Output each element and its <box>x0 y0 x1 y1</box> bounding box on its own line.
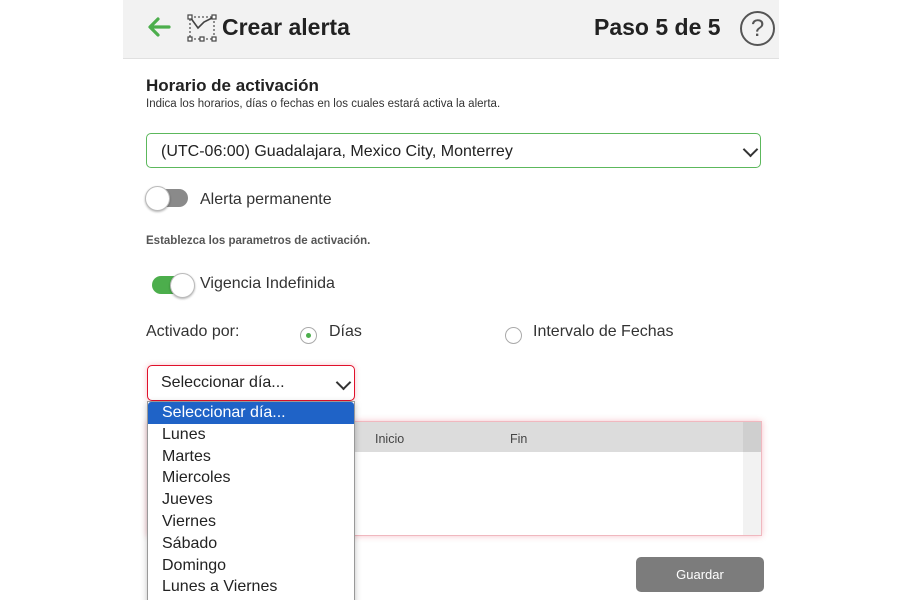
step-indicator: Paso 5 de 5 <box>594 14 721 40</box>
timezone-select[interactable]: (UTC-06:00) Guadalajara, Mexico City, Mo… <box>146 133 761 168</box>
day-option[interactable]: Viernes <box>148 511 354 533</box>
validity-toggle[interactable] <box>152 273 195 298</box>
activated-by-label: Activado por: <box>146 323 240 340</box>
params-instruction: Establezca los parametros de activación. <box>146 235 371 247</box>
save-button[interactable]: Guardar <box>636 557 764 592</box>
day-option[interactable]: Seleccionar día... <box>148 402 354 424</box>
validity-label: Vigencia Indefinida <box>200 275 335 292</box>
day-option[interactable]: Lunes <box>148 424 354 446</box>
column-header-start: Inicio <box>375 432 405 446</box>
alert-map-icon <box>187 14 217 42</box>
timezone-value: (UTC-06:00) Guadalajara, Mexico City, Mo… <box>161 143 513 160</box>
radio-date-range[interactable] <box>505 327 522 344</box>
schedule-description: Indica los horarios, días o fechas en lo… <box>146 98 501 110</box>
wizard-header: Crear alerta Paso 5 de 5 ? <box>123 0 779 59</box>
radio-days-label: Días <box>329 323 362 340</box>
day-option[interactable]: Lunes a Viernes <box>148 576 354 598</box>
day-option[interactable]: Martes <box>148 446 354 468</box>
radio-days[interactable] <box>300 327 317 344</box>
help-icon[interactable]: ? <box>740 11 775 46</box>
day-option[interactable]: Sábado <box>148 533 354 555</box>
permanent-alert-toggle[interactable] <box>145 186 188 211</box>
back-arrow-icon[interactable] <box>145 13 173 41</box>
table-scrollbar-header <box>743 422 761 452</box>
day-select[interactable]: Seleccionar día... <box>147 365 355 401</box>
day-dropdown-list: Seleccionar día... Lunes Martes Miercole… <box>147 401 355 600</box>
day-select-value: Seleccionar día... <box>161 374 285 391</box>
page-title: Crear alerta <box>222 14 350 40</box>
permanent-alert-label: Alerta permanente <box>200 191 332 208</box>
radio-date-range-label: Intervalo de Fechas <box>533 323 674 340</box>
day-option[interactable]: Miercoles <box>148 467 354 489</box>
schedule-title: Horario de activación <box>146 76 319 95</box>
day-option[interactable]: Jueves <box>148 489 354 511</box>
column-header-end: Fin <box>510 432 528 446</box>
chevron-down-icon <box>335 374 352 391</box>
day-option[interactable]: Domingo <box>148 555 354 577</box>
chevron-down-icon <box>742 141 759 158</box>
alert-wizard-panel: Crear alerta Paso 5 de 5 ? Horario de ac… <box>123 0 779 600</box>
